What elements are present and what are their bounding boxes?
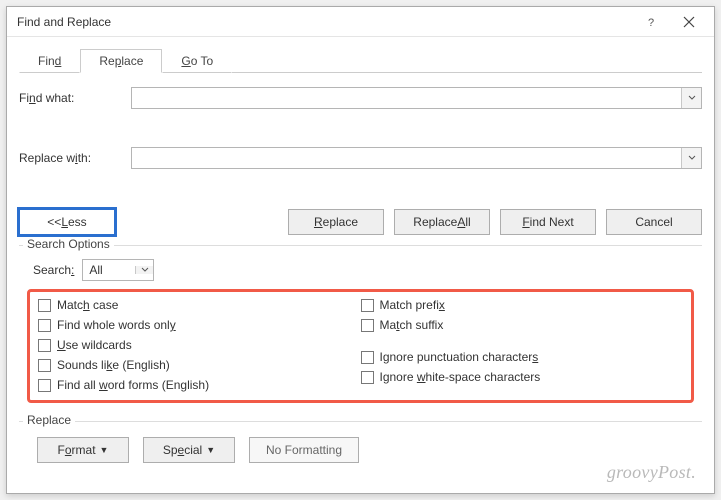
checkbox-col-right: Match prefix Match suffix Ignore punctua…: [361, 298, 684, 392]
svg-text:?: ?: [648, 17, 654, 28]
close-button[interactable]: [670, 8, 708, 36]
checkbox-icon: [38, 359, 51, 372]
replace-with-value[interactable]: [132, 148, 681, 168]
checkbox-col-left: Match case Find whole words only Use wil…: [38, 298, 361, 392]
special-button[interactable]: Special ▼: [143, 437, 235, 463]
find-replace-dialog: Find and Replace ? Find Replace Go To: [6, 6, 715, 494]
checkbox-icon: [361, 319, 374, 332]
replace-button[interactable]: Replace: [288, 209, 384, 235]
cb-ignore-whitespace[interactable]: Ignore white-space characters: [361, 370, 684, 384]
checkbox-icon: [38, 339, 51, 352]
search-direction-dropdown[interactable]: [135, 266, 153, 274]
cb-word-forms[interactable]: Find all word forms (English): [38, 378, 361, 392]
less-button[interactable]: << Less: [19, 209, 115, 235]
cb-wildcards[interactable]: Use wildcards: [38, 338, 361, 352]
replace-with-label: Replace with:: [19, 151, 131, 165]
search-options-legend: Search Options: [23, 237, 114, 251]
checkbox-icon: [38, 319, 51, 332]
search-direction-select[interactable]: All: [82, 259, 154, 281]
cancel-button[interactable]: Cancel: [606, 209, 702, 235]
cb-whole-words[interactable]: Find whole words only: [38, 318, 361, 332]
checkbox-highlight-area: Match case Find whole words only Use wil…: [27, 289, 694, 403]
tabstrip: Find Replace Go To: [19, 47, 702, 73]
search-direction-label: Search:: [33, 263, 74, 277]
help-icon: ?: [645, 16, 657, 28]
checkbox-icon: [361, 351, 374, 364]
checkbox-icon: [361, 299, 374, 312]
tab-goto[interactable]: Go To: [162, 49, 232, 73]
replace-format-legend: Replace: [23, 413, 75, 427]
window-title: Find and Replace: [17, 15, 632, 29]
replace-all-button[interactable]: Replace All: [394, 209, 490, 235]
action-buttons: << Less Replace Replace All Find Next Ca…: [19, 209, 702, 235]
checkbox-icon: [38, 299, 51, 312]
cb-match-suffix[interactable]: Match suffix: [361, 318, 684, 332]
replace-with-dropdown[interactable]: [681, 148, 701, 168]
replace-with-row: Replace with:: [19, 147, 702, 169]
cb-match-prefix[interactable]: Match prefix: [361, 298, 684, 312]
chevron-down-icon: [688, 94, 696, 102]
no-formatting-button[interactable]: No Formatting: [249, 437, 359, 463]
format-button[interactable]: Format ▼: [37, 437, 129, 463]
help-button[interactable]: ?: [632, 8, 670, 36]
find-what-dropdown[interactable]: [681, 88, 701, 108]
titlebar: Find and Replace ?: [7, 7, 714, 37]
find-what-label: Find what:: [19, 91, 131, 105]
checkbox-icon: [361, 371, 374, 384]
replace-format-buttons: Format ▼ Special ▼ No Formatting: [37, 437, 694, 463]
find-what-value[interactable]: [132, 88, 681, 108]
chevron-down-icon: [688, 154, 696, 162]
tab-replace[interactable]: Replace: [80, 49, 162, 73]
close-icon: [683, 16, 695, 28]
chevron-down-icon: [141, 266, 149, 274]
find-next-button[interactable]: Find Next: [500, 209, 596, 235]
search-direction-value: All: [83, 263, 135, 277]
find-what-input[interactable]: [131, 87, 702, 109]
spacer: [361, 338, 684, 344]
search-options-group: Search Options Search: All Match case: [19, 245, 702, 413]
dialog-body: Find Replace Go To Find what: Replace: [7, 37, 714, 493]
dropdown-arrow-icon: ▼: [100, 445, 109, 455]
cb-match-case[interactable]: Match case: [38, 298, 361, 312]
search-direction-row: Search: All: [33, 259, 694, 281]
cb-ignore-punct[interactable]: Ignore punctuation characters: [361, 350, 684, 364]
tab-find[interactable]: Find: [19, 49, 80, 73]
dropdown-arrow-icon: ▼: [206, 445, 215, 455]
replace-with-input[interactable]: [131, 147, 702, 169]
checkbox-icon: [38, 379, 51, 392]
cb-sounds-like[interactable]: Sounds like (English): [38, 358, 361, 372]
replace-format-group: Replace Format ▼ Special ▼ No Formatting: [19, 421, 702, 469]
find-what-row: Find what:: [19, 87, 702, 109]
